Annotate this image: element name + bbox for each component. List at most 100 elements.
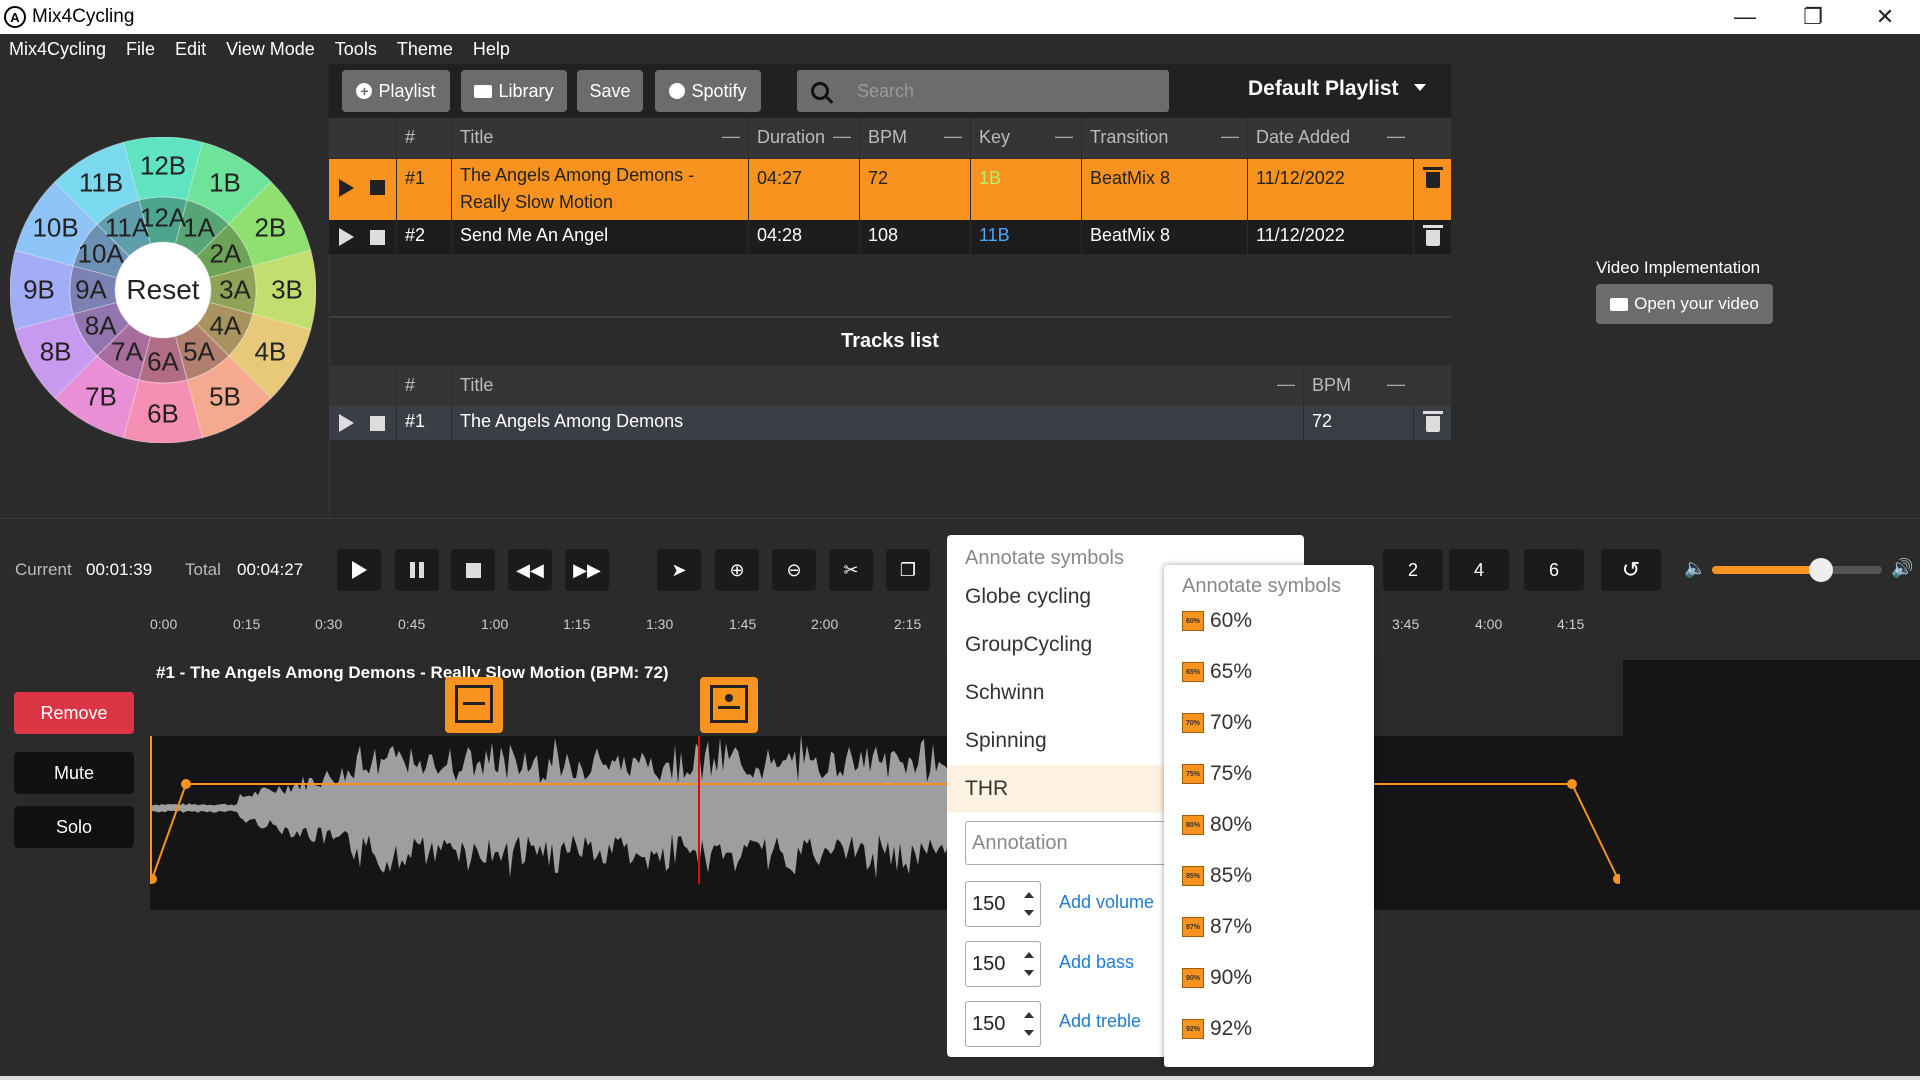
thr-item[interactable]: 80% 80% [1182, 813, 1252, 837]
menu-help[interactable]: Help [473, 39, 510, 60]
col-header-num[interactable]: # [396, 118, 451, 158]
col-header-num[interactable]: # [396, 366, 451, 406]
library-button[interactable]: Library [461, 70, 567, 112]
close-icon[interactable]: ✕ [1850, 0, 1920, 34]
col-header-duration[interactable]: Duration — [748, 118, 859, 158]
zoom-in-icon[interactable]: ⊕ [715, 549, 759, 591]
mute-button[interactable]: Mute [14, 752, 134, 794]
fast-forward-icon[interactable]: ▶▶ [565, 549, 609, 591]
wheel-key-label[interactable]: 2B [254, 213, 286, 244]
wheel-key-label[interactable]: 5A [183, 337, 215, 368]
play-icon[interactable] [329, 159, 362, 220]
col-header-title[interactable]: Title — [451, 366, 1303, 406]
col-header-transition[interactable]: Transition — [1081, 118, 1247, 158]
remove-button[interactable]: Remove [14, 692, 134, 734]
minimize-icon[interactable]: — [1710, 0, 1780, 34]
wheel-key-label[interactable]: 9B [23, 275, 55, 306]
thr-item[interactable]: 87% 87% [1182, 915, 1252, 939]
wheel-key-label[interactable]: 9A [75, 275, 107, 306]
scissors-icon[interactable]: ✂ [829, 549, 873, 591]
thr-item[interactable]: 92% 92% [1182, 1017, 1252, 1041]
thr-item[interactable]: 65% 65% [1182, 660, 1252, 684]
reset-button[interactable]: Reset [115, 242, 211, 338]
wheel-key-label[interactable]: 4B [254, 337, 286, 368]
thr-item[interactable]: 90% 90% [1182, 966, 1252, 990]
col-header-title[interactable]: Title — [451, 118, 748, 158]
waveform[interactable] [150, 736, 1620, 910]
wheel-key-label[interactable]: 8A [85, 311, 117, 342]
trash-icon[interactable] [1413, 220, 1451, 254]
row-transition[interactable]: BeatMix 8 [1081, 220, 1247, 254]
add-volume-link[interactable]: Add volume [1059, 892, 1154, 913]
col-header-date-added[interactable]: Date Added — [1247, 118, 1413, 158]
bass-stepper[interactable]: 150 [965, 941, 1041, 987]
thr-item[interactable]: 85% 85% [1182, 864, 1252, 888]
restore-icon[interactable]: ❐ [1778, 0, 1848, 34]
wheel-key-label[interactable]: 2A [209, 239, 241, 270]
trash-icon[interactable] [1413, 406, 1451, 440]
volume-slider[interactable] [1712, 558, 1882, 582]
zoom-out-icon[interactable]: ⊖ [772, 549, 816, 591]
annotation-marker[interactable] [700, 677, 758, 733]
pause-icon[interactable] [395, 549, 439, 591]
add-bass-link[interactable]: Add bass [1059, 952, 1134, 973]
cursor-icon[interactable]: ➤ [657, 549, 701, 591]
col-header-bpm[interactable]: BPM — [859, 118, 970, 158]
wheel-key-label[interactable]: 6B [147, 399, 179, 430]
menu-theme[interactable]: Theme [397, 39, 453, 60]
spotify-button[interactable]: Spotify [655, 70, 761, 112]
zoom-6-button[interactable]: 6 [1524, 549, 1584, 591]
reset-zoom-icon[interactable]: ↺ [1601, 549, 1661, 591]
open-video-button[interactable]: Open your video [1596, 284, 1773, 324]
volume-stepper[interactable]: 150 [965, 881, 1041, 927]
row-transition[interactable]: BeatMix 8 [1081, 159, 1247, 220]
wheel-key-label[interactable]: 3B [271, 275, 303, 306]
stop-icon[interactable] [451, 549, 495, 591]
treble-stepper[interactable]: 150 [965, 1001, 1041, 1047]
wheel-key-label[interactable]: 10A [78, 239, 124, 270]
stop-icon[interactable] [362, 406, 396, 440]
menu-mix4cycling[interactable]: Mix4Cycling [9, 39, 106, 60]
wheel-key-label[interactable]: 8B [40, 337, 72, 368]
col-header-bpm[interactable]: BPM — [1303, 366, 1413, 406]
wheel-key-label[interactable]: 3A [219, 275, 251, 306]
rewind-icon[interactable]: ◀◀ [508, 549, 552, 591]
add-treble-link[interactable]: Add treble [1059, 1011, 1141, 1032]
col-header-key[interactable]: Key — [970, 118, 1081, 158]
play-icon[interactable] [337, 549, 381, 591]
thr-item[interactable]: 60% 60% [1182, 609, 1252, 633]
annotation-marker[interactable] [445, 677, 503, 733]
menu-tools[interactable]: Tools [335, 39, 377, 60]
stop-icon[interactable] [362, 159, 396, 220]
play-icon[interactable] [329, 406, 362, 440]
wheel-key-label[interactable]: 1B [209, 167, 241, 198]
menu-view-mode[interactable]: View Mode [226, 39, 315, 60]
save-button[interactable]: Save [577, 70, 643, 112]
wheel-key-label[interactable]: 12A [140, 203, 186, 234]
menu-file[interactable]: File [126, 39, 155, 60]
copy-icon[interactable]: ❐ [886, 549, 930, 591]
table-row[interactable]: #1 The Angels Among Demons 72 [329, 406, 1451, 440]
search-field[interactable]: Search [797, 70, 1169, 112]
table-row[interactable]: #2 Send Me An Angel 04:28 108 11B BeatMi… [329, 220, 1451, 254]
wheel-key-label[interactable]: 11B [79, 167, 123, 198]
menu-edit[interactable]: Edit [175, 39, 206, 60]
wheel-key-label[interactable]: 5B [209, 382, 241, 413]
volume-handle[interactable] [1808, 558, 1833, 582]
wheel-key-label[interactable]: 6A [147, 347, 179, 378]
zoom-2-button[interactable]: 2 [1383, 549, 1443, 591]
play-icon[interactable] [329, 220, 362, 254]
caret-down-icon[interactable] [1414, 84, 1426, 91]
wheel-key-label[interactable]: 10B [32, 213, 78, 244]
trash-icon[interactable] [1413, 159, 1451, 220]
zoom-4-button[interactable]: 4 [1449, 549, 1509, 591]
table-row[interactable]: #1 The Angels Among Demons - Really Slow … [329, 159, 1451, 220]
wheel-key-label[interactable]: 12B [140, 151, 186, 182]
thr-item[interactable]: 70% 70% [1182, 711, 1252, 735]
wheel-key-label[interactable]: 7B [85, 382, 117, 413]
playlist-button[interactable]: + Playlist [342, 70, 450, 112]
playlist-selector[interactable]: Default Playlist [1248, 77, 1399, 101]
stop-icon[interactable] [362, 220, 396, 254]
solo-button[interactable]: Solo [14, 806, 134, 848]
thr-item[interactable]: 75% 75% [1182, 762, 1252, 786]
